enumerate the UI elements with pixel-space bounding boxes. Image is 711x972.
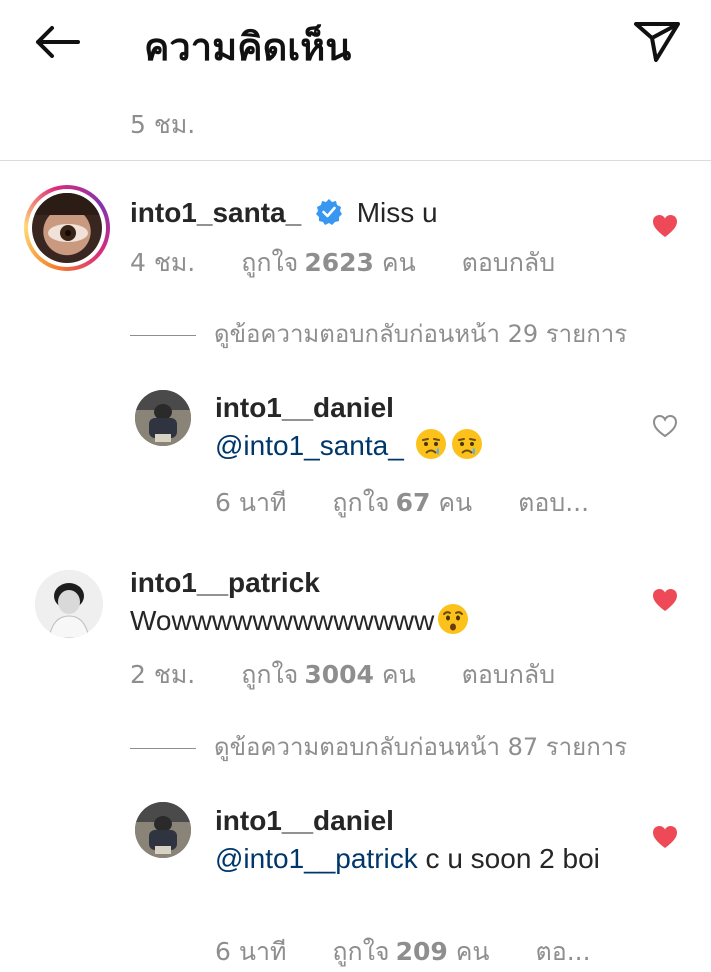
comment-meta: 2 ชม. ถูกใจ 3004 คน ตอบกลับ: [130, 655, 593, 695]
share-button[interactable]: [630, 16, 684, 66]
heart-filled-icon[interactable]: [652, 588, 678, 612]
view-previous-replies[interactable]: ดูข้อความตอบกลับก่อนหน้า 29 รายการ: [130, 314, 627, 353]
avatar: [32, 193, 102, 263]
reply-button[interactable]: ตอ...: [535, 937, 590, 966]
reply-button[interactable]: ตอบ...: [518, 488, 589, 517]
reply-text: @into1__patrick c u soon 2 boi: [215, 843, 600, 874]
story-ring[interactable]: [24, 185, 110, 271]
back-button[interactable]: [28, 20, 86, 64]
heart-filled-icon[interactable]: [652, 214, 678, 238]
reply-button[interactable]: ตอบกลับ: [462, 248, 555, 277]
divider-line: [130, 334, 196, 336]
arrow-left-icon: [36, 26, 80, 58]
avatar[interactable]: [135, 802, 191, 858]
comment-likes[interactable]: ถูกใจ 3004 คน: [241, 660, 416, 689]
comment-text: Miss u: [356, 197, 438, 228]
avatar[interactable]: [35, 570, 103, 638]
comment-text: Wowwwwwwwwwwwww: [130, 602, 470, 640]
reply-time: 6 นาที: [215, 488, 287, 517]
page-title: ความคิดเห็น: [144, 25, 352, 69]
reply-username[interactable]: into1__daniel: [215, 805, 394, 837]
reply-button[interactable]: ตอบกลับ: [462, 660, 555, 689]
hushed-face-emoji: [438, 604, 469, 634]
heart-outline-icon[interactable]: [652, 414, 678, 438]
view-previous-replies[interactable]: ดูข้อความตอบกลับก่อนหน้า 87 รายการ: [130, 727, 627, 766]
verified-badge-icon: [315, 199, 342, 225]
avatar-eye-image: [32, 193, 102, 242]
comment-username[interactable]: into1_santa_ Miss u: [130, 194, 438, 232]
comment-username[interactable]: into1__patrick: [130, 567, 320, 599]
avatar-image: [135, 802, 191, 858]
mention-link[interactable]: @into1__patrick: [215, 843, 418, 874]
comment-time: 4 ชม.: [130, 248, 196, 277]
comment-meta: 4 ชม. ถูกใจ 2623 คน ตอบกลับ: [130, 243, 593, 283]
reply-meta: 6 นาที ถูกใจ 67 คน ตอบ...: [215, 483, 627, 523]
divider: [0, 160, 711, 161]
caption-timestamp: 5 ชม.: [130, 110, 196, 139]
avatar-image: [135, 390, 191, 446]
reply-meta: 6 นาที ถูกใจ 209 คน ตอ...: [215, 932, 629, 972]
reply-time: 6 นาที: [215, 937, 287, 966]
mention-link[interactable]: @into1_santa_: [215, 430, 404, 461]
reply-likes[interactable]: ถูกใจ 67 คน: [332, 488, 472, 517]
heart-filled-icon[interactable]: [652, 825, 678, 849]
reply-text: @into1_santa_: [215, 427, 484, 465]
comment-likes[interactable]: ถูกใจ 2623 คน: [241, 248, 416, 277]
paper-plane-icon: [634, 22, 680, 62]
top-bar: ความคิดเห็น: [0, 0, 711, 84]
divider-line: [130, 747, 196, 749]
crying-face-emoji: [451, 429, 482, 459]
avatar[interactable]: [135, 390, 191, 446]
avatar-image: [35, 570, 103, 638]
crying-face-emoji: [415, 429, 446, 459]
reply-username[interactable]: into1__daniel: [215, 392, 394, 424]
reply-likes[interactable]: ถูกใจ 209 คน: [332, 937, 489, 966]
comment-time: 2 ชม.: [130, 660, 196, 689]
